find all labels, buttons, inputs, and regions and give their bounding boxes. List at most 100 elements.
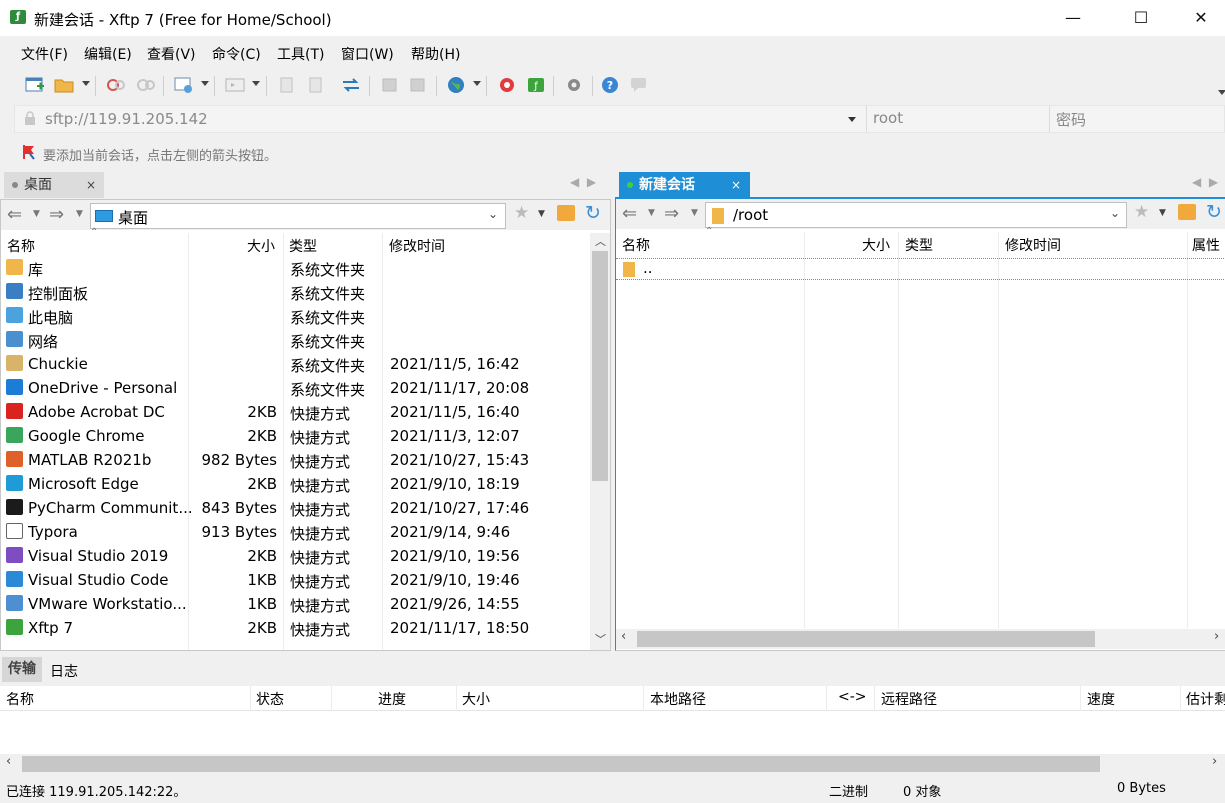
- open-folder-icon[interactable]: [54, 76, 74, 94]
- chevron-down-icon[interactable]: ⌄: [488, 207, 498, 221]
- forward-arrow-icon[interactable]: ⇒: [49, 204, 64, 225]
- list-item[interactable]: Visual Studio Code 1KB 快捷方式 2021/9/10, 19:4…: [1, 569, 590, 593]
- refresh-icon[interactable]: ↻: [1206, 201, 1222, 223]
- col-direction[interactable]: <->: [838, 689, 867, 705]
- xftp-icon[interactable]: ƒ: [526, 76, 546, 94]
- minimize-button[interactable]: —: [1050, 0, 1096, 36]
- transfer-horizontal-scrollbar[interactable]: ‹ ›: [0, 754, 1225, 774]
- chevron-down-icon[interactable]: [252, 81, 260, 86]
- disconnect-icon[interactable]: [106, 76, 126, 94]
- refresh-icon[interactable]: ↻: [585, 202, 601, 224]
- chevron-down-icon[interactable]: ▼: [76, 209, 83, 219]
- new-session-icon[interactable]: [25, 76, 45, 94]
- col-status[interactable]: 状态: [256, 689, 284, 709]
- globe-icon[interactable]: [446, 76, 466, 94]
- col-attributes[interactable]: 属性: [1192, 235, 1220, 255]
- col-size[interactable]: 大小: [462, 689, 490, 709]
- chevron-down-icon[interactable]: ▼: [1159, 208, 1166, 218]
- list-item[interactable]: OneDrive - Personal 系统文件夹 2021/11/17, 20:0…: [1, 377, 590, 401]
- col-size[interactable]: 大小: [247, 236, 275, 256]
- back-arrow-icon[interactable]: ⇐: [7, 204, 22, 225]
- transfer-mode[interactable]: 二进制: [829, 781, 868, 800]
- maximize-button[interactable]: ☐: [1118, 0, 1164, 36]
- chevron-down-icon[interactable]: ▼: [33, 209, 40, 219]
- chevron-down-icon[interactable]: ⌄: [1110, 206, 1120, 220]
- scroll-left-icon[interactable]: ‹: [6, 754, 11, 769]
- menu-edit[interactable]: 编辑(E): [84, 44, 132, 64]
- paste-file-icon[interactable]: [306, 76, 326, 94]
- list-item[interactable]: ..: [616, 258, 1225, 280]
- chevron-down-icon[interactable]: [201, 81, 209, 86]
- list-item[interactable]: Adobe Acrobat DC 2KB 快捷方式 2021/11/5, 16:40: [1, 401, 590, 425]
- chevron-down-icon[interactable]: ▼: [648, 208, 655, 218]
- scroll-right-icon[interactable]: ›: [1212, 754, 1217, 769]
- col-name[interactable]: 名称: [7, 236, 35, 256]
- toolbar-overflow-icon[interactable]: [1218, 90, 1225, 95]
- host-dropdown-icon[interactable]: [848, 117, 856, 122]
- local-vertical-scrollbar[interactable]: ︿ ﹀: [590, 233, 610, 650]
- tab-new-session[interactable]: 新建会话 ×: [619, 172, 750, 198]
- session-settings-icon[interactable]: [174, 76, 194, 94]
- left-tab-scroll-arrows[interactable]: ◀ ▶: [570, 175, 596, 189]
- home-icon[interactable]: [557, 205, 575, 221]
- scroll-thumb[interactable]: [592, 251, 608, 481]
- list-item[interactable]: Xftp 7 2KB 快捷方式 2021/11/17, 18:50: [1, 617, 590, 641]
- tab-desktop[interactable]: 桌面 ×: [4, 172, 104, 198]
- copy-file-icon[interactable]: [277, 76, 297, 94]
- col-progress[interactable]: 进度: [378, 689, 406, 709]
- menu-view[interactable]: 查看(V): [147, 44, 196, 64]
- list-item[interactable]: Google Chrome 2KB 快捷方式 2021/11/3, 12:07: [1, 425, 590, 449]
- forward-arrow-icon[interactable]: ⇒: [664, 203, 679, 224]
- col-type[interactable]: 类型: [905, 235, 933, 255]
- list-item[interactable]: Visual Studio 2019 2KB 快捷方式 2021/9/10, 19:5…: [1, 545, 590, 569]
- scroll-right-icon[interactable]: ›: [1214, 629, 1219, 644]
- right-tab-scroll-arrows[interactable]: ◀ ▶: [1192, 175, 1218, 189]
- menu-help[interactable]: 帮助(H): [411, 44, 460, 64]
- star-icon[interactable]: ★: [1134, 202, 1149, 222]
- help-icon[interactable]: ?: [600, 76, 620, 94]
- transfer-upload-icon[interactable]: [380, 76, 400, 94]
- chevron-down-icon[interactable]: [473, 81, 481, 86]
- chevron-down-icon[interactable]: [82, 81, 90, 86]
- remote-horizontal-scrollbar[interactable]: ‹ ›: [616, 629, 1225, 649]
- col-name[interactable]: 名称: [622, 235, 650, 255]
- tab-transfer[interactable]: 传输: [2, 657, 42, 682]
- scroll-thumb[interactable]: [22, 756, 1100, 772]
- chevron-down-icon[interactable]: ▼: [691, 208, 698, 218]
- list-item[interactable]: VMware Workstatio... 1KB 快捷方式 2021/9/26, 14…: [1, 593, 590, 617]
- list-item[interactable]: 网络 系统文件夹: [1, 329, 590, 353]
- col-modified[interactable]: 修改时间: [1005, 235, 1061, 255]
- terminal-icon[interactable]: [225, 76, 245, 94]
- tab-log[interactable]: 日志: [50, 661, 78, 681]
- host-input[interactable]: sftp://119.91.205.142: [45, 110, 208, 128]
- username-field[interactable]: root: [866, 106, 1048, 132]
- reconnect-icon[interactable]: [136, 76, 156, 94]
- scroll-up-icon[interactable]: ︿: [595, 233, 606, 249]
- menu-command[interactable]: 命令(C): [212, 44, 261, 64]
- col-type[interactable]: 类型: [289, 236, 317, 256]
- xshell-icon[interactable]: [497, 76, 517, 94]
- local-path-input[interactable]: 桌面 ⌄: [90, 203, 506, 229]
- star-icon[interactable]: ★: [514, 203, 529, 223]
- back-arrow-icon[interactable]: ⇐: [622, 203, 637, 224]
- close-icon[interactable]: ×: [86, 172, 96, 198]
- col-local-path[interactable]: 本地路径: [650, 689, 706, 709]
- col-size[interactable]: 大小: [862, 235, 890, 255]
- list-item[interactable]: Chuckie 系统文件夹 2021/11/5, 16:42: [1, 353, 590, 377]
- list-item[interactable]: 此电脑 系统文件夹: [1, 305, 590, 329]
- col-modified[interactable]: 修改时间: [389, 236, 445, 256]
- gear-icon[interactable]: [564, 76, 584, 94]
- col-eta[interactable]: 估计剩: [1186, 689, 1225, 709]
- home-icon[interactable]: [1178, 204, 1196, 220]
- scroll-left-icon[interactable]: ‹: [621, 629, 626, 644]
- scroll-down-icon[interactable]: ﹀: [595, 631, 606, 647]
- list-item[interactable]: 库 系统文件夹: [1, 257, 590, 281]
- add-session-arrow-icon[interactable]: [22, 144, 36, 160]
- close-button[interactable]: ✕: [1178, 0, 1224, 36]
- col-speed[interactable]: 速度: [1087, 689, 1115, 709]
- chat-icon[interactable]: [629, 76, 649, 94]
- password-field[interactable]: 密码: [1049, 106, 1225, 132]
- menu-file[interactable]: 文件(F): [21, 44, 68, 64]
- scroll-thumb[interactable]: [637, 631, 1095, 647]
- remote-path-input[interactable]: /root ⌄: [705, 202, 1127, 228]
